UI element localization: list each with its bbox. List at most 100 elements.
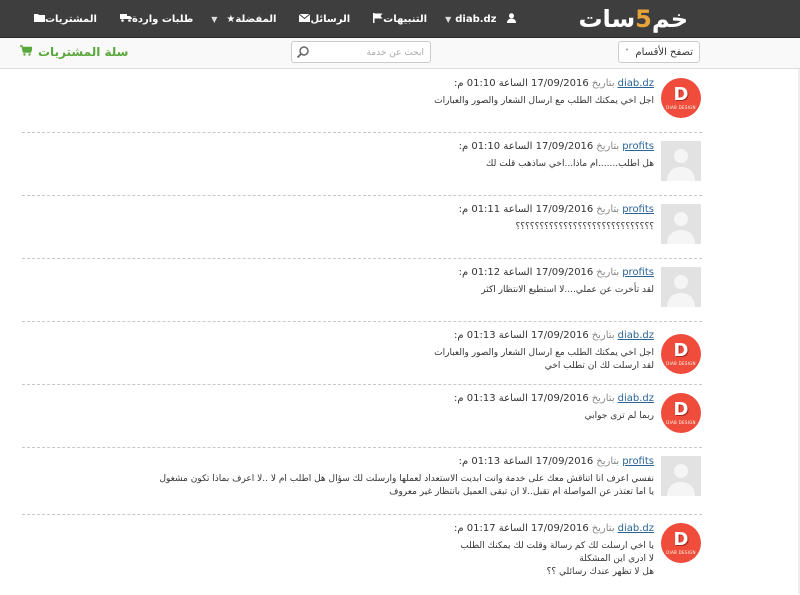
user-avatar-placeholder[interactable] [661, 204, 701, 244]
message-item: profitsبتاريخ17/09/2016 الساعة 01:13 م: ن… [22, 448, 702, 515]
nav-item-label: طلبات واردة [131, 13, 194, 25]
avatar-caption: DIAB DESIGN [666, 361, 696, 366]
top-navbar: خم 5 سات المشتريات طلبات واردة ▼ ★ المفضلة… [0, 0, 800, 38]
message-body-line: لقد تأخرت عن عملي....لا استطيع الانتظار … [481, 285, 654, 295]
message-body-line: هل لا تظهر عندك رسائلي ؟؟ [546, 567, 654, 577]
message-author-link[interactable]: diab.dz [618, 393, 654, 404]
avatar-letter: D [673, 399, 689, 420]
message-author-link[interactable]: diab.dz [618, 78, 654, 89]
message-item: D DIAB DESIGN diab.dzبتاريخ17/09/2016 السا… [22, 70, 702, 133]
nav-item-notifications[interactable]: التنبيهات [359, 0, 436, 38]
message-timestamp: 17/09/2016 الساعة 01:10 م: [453, 78, 589, 89]
message-date-prefix: بتاريخ [591, 393, 615, 404]
cart-icon [20, 45, 34, 59]
nav-item-user-menu[interactable]: ▼ diab.dz [436, 0, 524, 38]
person-silhouette-icon [661, 204, 701, 244]
cart-link[interactable]: سلة المشتريات [20, 45, 128, 59]
user-avatar-logo[interactable]: D DIAB DESIGN [661, 78, 701, 118]
dropdown-label: تصفح الأقسام [635, 46, 693, 58]
message-date-prefix: بتاريخ [591, 523, 615, 534]
message-timestamp: 17/09/2016 الساعة 01:12 م: [458, 267, 594, 278]
message-timestamp: 17/09/2016 الساعة 01:11 م: [458, 204, 594, 215]
avatar-caption: DIAB DESIGN [666, 105, 696, 110]
message-author-link[interactable]: diab.dz [618, 330, 654, 341]
message-author-link[interactable]: profits [622, 267, 654, 278]
browse-categories-dropdown[interactable]: تصفح الأقسام ˅ [618, 41, 700, 63]
message-author-link[interactable]: profits [622, 456, 654, 467]
message-body-line: هل اطلب.......ام ماذا...اخي ساذهب قلت لك [486, 159, 654, 169]
message-body-line: يا اخي ارسلت لك كم رسالة وقلت لك يمكنك ا… [460, 541, 654, 551]
message-body-line: يا اما تعتذر عن المواصلة ام تقبل..لا ان … [389, 487, 654, 497]
message-body-line: لقد ارسلت لك ان تطلب اخي [544, 361, 654, 371]
envelope-icon [299, 13, 311, 25]
avatar-caption: DIAB DESIGN [666, 420, 696, 425]
star-icon: ★ [226, 13, 236, 25]
chevron-down-icon: ▼ [445, 14, 452, 24]
avatar-letter: D [673, 340, 689, 361]
folder-icon [34, 13, 45, 25]
person-silhouette-icon [661, 456, 701, 496]
truck-icon [119, 13, 132, 25]
message-body-line: اجل اخي يمكنك الطلب مع ارسال الشعار والص… [434, 96, 654, 106]
message-thread: D DIAB DESIGN diab.dzبتاريخ17/09/2016 السا… [22, 70, 702, 595]
message-author-link[interactable]: diab.dz [618, 523, 654, 534]
search-input[interactable] [304, 43, 426, 63]
avatar-letter: D [673, 529, 689, 550]
search-icon[interactable] [296, 45, 310, 59]
message-header: diab.dzبتاريخ17/09/2016 الساعة 01:13 م: [454, 330, 654, 341]
site-logo[interactable]: خم 5 سات [578, 5, 688, 33]
message-header: diab.dzبتاريخ17/09/2016 الساعة 01:17 م: [454, 523, 654, 534]
message-date-prefix: بتاريخ [596, 141, 620, 152]
message-date-prefix: بتاريخ [596, 204, 620, 215]
cart-label: سلة المشتريات [38, 45, 129, 59]
nav-item-messages[interactable]: الرسائل [285, 0, 359, 38]
message-header: diab.dzبتاريخ17/09/2016 الساعة 01:13 م: [454, 393, 654, 404]
nav-item-label: المشتريات [45, 13, 97, 25]
message-header: diab.dzبتاريخ17/09/2016 الساعة 01:10 م: [454, 78, 654, 89]
user-avatar-logo[interactable]: D DIAB DESIGN [661, 334, 701, 374]
message-timestamp: 17/09/2016 الساعة 01:17 م: [453, 523, 589, 534]
user-avatar-placeholder[interactable] [661, 141, 701, 181]
message-body-line: ؟؟؟؟؟؟؟؟؟؟؟؟؟؟؟؟؟؟؟؟؟؟؟؟؟؟؟؟؟ [515, 222, 654, 232]
avatar-letter: D [673, 84, 689, 105]
person-silhouette-icon [661, 267, 701, 307]
nav-item-incoming-orders[interactable]: طلبات واردة [106, 0, 202, 38]
nav-item-label: المفضلة [235, 13, 277, 25]
message-author-link[interactable]: profits [622, 204, 654, 215]
chevron-down-icon: ▼ [211, 14, 218, 24]
nav-menu: المشتريات طلبات واردة ▼ ★ المفضلة الرسائ… [20, 0, 525, 38]
message-body-line: ربما لم ترى جوابي [584, 411, 654, 421]
message-date-prefix: بتاريخ [596, 267, 620, 278]
nav-item-label: diab.dz [455, 13, 497, 25]
message-item: profitsبتاريخ17/09/2016 الساعة 01:11 م: ؟… [22, 196, 702, 259]
user-avatar-placeholder[interactable] [661, 456, 701, 496]
flag-icon [373, 12, 383, 26]
nav-item-favorites[interactable]: ▼ ★ المفضلة [202, 0, 285, 38]
message-item: profitsبتاريخ17/09/2016 الساعة 01:12 م: ل… [22, 259, 702, 322]
message-item: D DIAB DESIGN diab.dzبتاريخ17/09/2016 السا… [22, 385, 702, 448]
user-avatar-logo[interactable]: D DIAB DESIGN [661, 523, 701, 563]
message-timestamp: 17/09/2016 الساعة 01:13 م: [453, 330, 589, 341]
avatar-caption: DIAB DESIGN [666, 550, 696, 555]
message-date-prefix: بتاريخ [591, 330, 615, 341]
message-author-link[interactable]: profits [622, 141, 654, 152]
message-item: D DIAB DESIGN diab.dzبتاريخ17/09/2016 السا… [22, 322, 702, 385]
user-icon [506, 12, 516, 26]
search-box [291, 41, 431, 63]
message-item: profitsبتاريخ17/09/2016 الساعة 01:10 م: ه… [22, 133, 702, 196]
user-avatar-logo[interactable]: D DIAB DESIGN [661, 393, 701, 433]
message-header: profitsبتاريخ17/09/2016 الساعة 01:12 م: [459, 267, 654, 278]
message-timestamp: 17/09/2016 الساعة 01:10 م: [458, 141, 594, 152]
user-avatar-placeholder[interactable] [661, 267, 701, 307]
logo-text-end: سات [578, 5, 636, 33]
message-item: D DIAB DESIGN diab.dzبتاريخ17/09/2016 السا… [22, 515, 702, 595]
message-header: profitsبتاريخ17/09/2016 الساعة 01:11 م: [459, 204, 654, 215]
person-silhouette-icon [661, 141, 701, 181]
message-body-line: اجل اخي يمكنك الطلب مع ارسال الشعار والص… [434, 348, 654, 358]
logo-text-start: خم [651, 5, 688, 33]
nav-item-purchases[interactable]: المشتريات [20, 0, 106, 38]
message-timestamp: 17/09/2016 الساعة 01:13 م: [458, 456, 594, 467]
message-date-prefix: بتاريخ [596, 456, 620, 467]
message-body-line: نفسي اعرف انا اتناقش معك على خدمة وانت ا… [159, 474, 654, 484]
nav-item-label: التنبيهات [383, 13, 428, 25]
